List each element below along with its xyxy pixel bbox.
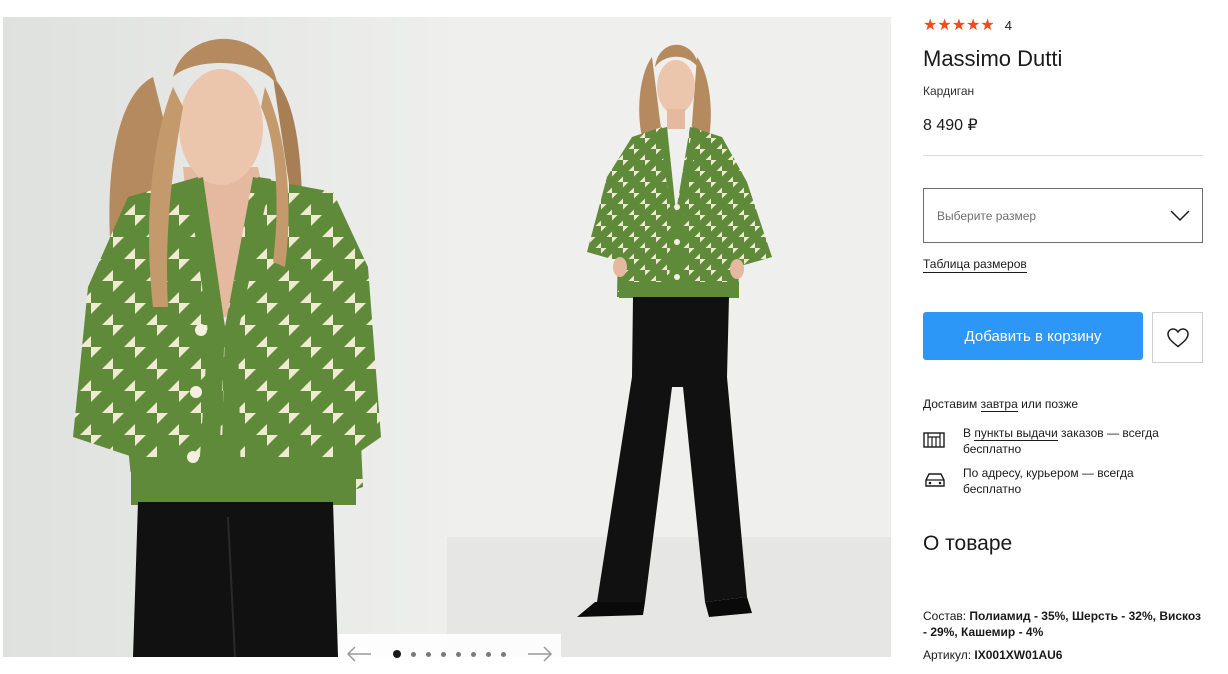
size-table-link[interactable]: Таблица размеров [923,257,1027,273]
gallery-carousel-controls [338,634,561,674]
gallery-dot[interactable] [501,651,506,657]
pickup-points-link[interactable]: пункты выдачи [974,426,1058,441]
courier-car-icon [923,465,963,497]
about-product-heading: О товаре [923,532,1013,555]
brand-name[interactable]: Massimo Dutti [923,46,1062,72]
favorite-button[interactable] [1152,312,1203,363]
article-value: IX001XW01AU6 [974,648,1063,662]
delivery-pickup-text: В пункты выдачи заказов — всегда бесплат… [963,425,1193,457]
pickup-prefix: В [963,426,975,440]
product-photo-closeup[interactable] [3,17,447,657]
delivery-prefix: Доставим [923,397,981,411]
next-arrow-icon[interactable] [527,644,553,664]
product-category: Кардиган [923,84,975,98]
delivery-pickup-row: В пункты выдачи заказов — всегда бесплат… [923,425,1203,457]
gallery-dot[interactable] [393,650,401,658]
gallery-dot[interactable] [411,651,416,657]
product-price: 8 490 ₽ [923,117,978,134]
delivery-courier-text: По адресу, курьером — всегда бесплатно [963,466,1134,496]
composition-label: Состав: [923,609,970,623]
delivery-summary: Доставим завтра или позже [923,397,1079,412]
gallery-dot[interactable] [426,651,431,657]
pickup-point-icon [923,425,963,457]
product-rating[interactable]: ★★★★★ 4 [923,15,1012,35]
delivery-date-link[interactable]: завтра [980,397,1018,412]
size-select[interactable]: Выберите размер [923,188,1203,243]
size-select-placeholder: Выберите размер [937,208,1037,223]
rating-count: 4 [1004,17,1012,33]
divider [923,155,1203,156]
delivery-suffix: или позже [1017,397,1079,411]
product-gallery[interactable] [3,17,891,674]
product-photo-full-length[interactable] [447,17,891,657]
rating-stars-icon: ★★★★★ [923,17,995,34]
heart-icon [1166,327,1189,347]
chevron-down-icon [1170,209,1190,221]
product-composition: Состав: Полиамид - 35%, Шерсть - 32%, Ви… [923,608,1203,640]
gallery-dot[interactable] [471,651,476,657]
add-to-cart-button[interactable]: Добавить в корзину [923,312,1143,360]
gallery-dot[interactable] [456,651,461,657]
delivery-courier-row: По адресу, курьером — всегда бесплатно [923,465,1203,497]
gallery-dot[interactable] [486,651,491,657]
article-label: Артикул: [923,648,975,662]
gallery-dot[interactable] [441,651,446,657]
product-article: Артикул: IX001XW01AU6 [923,648,1062,662]
prev-arrow-icon[interactable] [346,644,372,664]
gallery-dots [393,650,506,658]
